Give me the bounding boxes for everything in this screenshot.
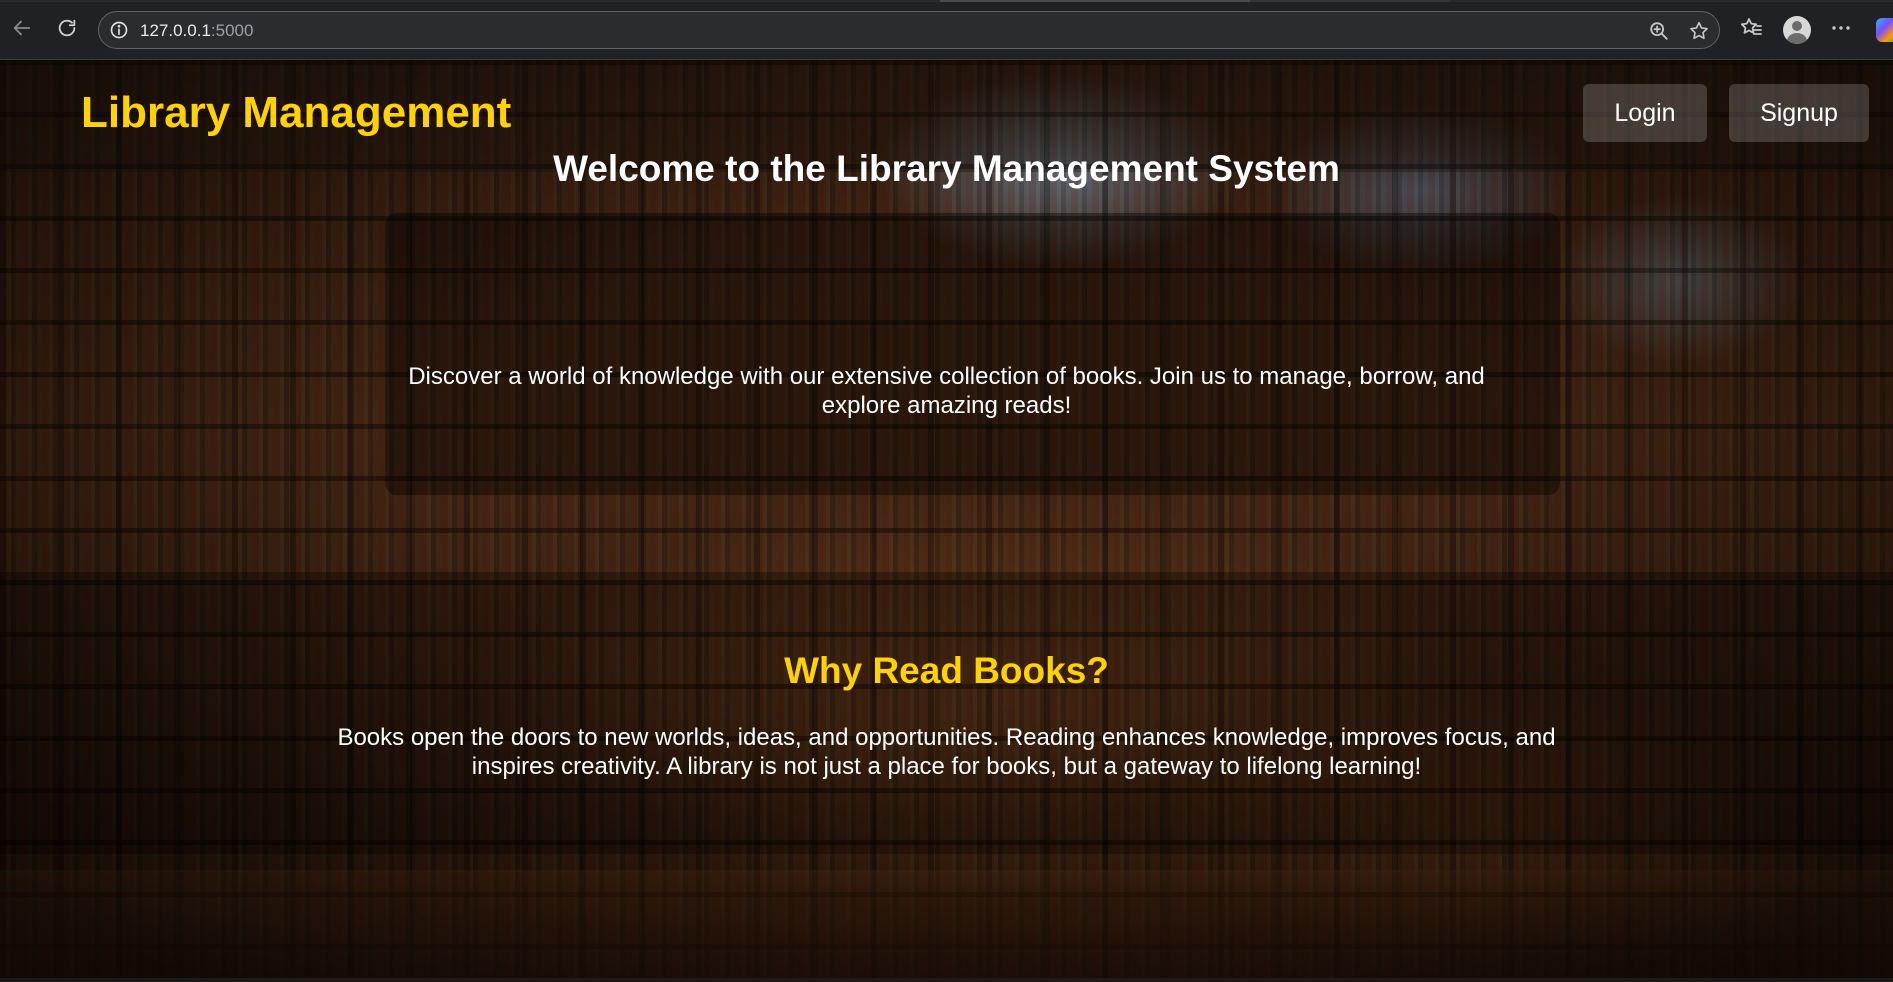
welcome-heading: Welcome to the Library Management System xyxy=(553,148,1340,189)
welcome-description: Discover a world of knowledge with our e… xyxy=(408,363,1485,419)
copilot-icon[interactable] xyxy=(1876,18,1893,42)
more-menu-icon xyxy=(1829,16,1853,45)
why-read-description: Books open the doors to new worlds, idea… xyxy=(337,724,1556,780)
url-host: 127.0.0.1 xyxy=(140,21,211,40)
favorites-button[interactable] xyxy=(1733,12,1769,48)
zoom-in-icon[interactable] xyxy=(1647,19,1671,43)
why-read-section xyxy=(0,572,1893,854)
more-menu-button[interactable] xyxy=(1823,12,1859,48)
page-viewport: Library Management Login Signup Welcome … xyxy=(0,60,1893,978)
tab-edge xyxy=(1250,0,1450,2)
profile-avatar-icon xyxy=(1783,16,1811,44)
profile-button[interactable] xyxy=(1779,12,1815,48)
star-icon[interactable] xyxy=(1687,19,1711,43)
reload-button[interactable] xyxy=(49,12,85,48)
tab-strip-edge xyxy=(0,0,1893,2)
signup-button[interactable]: Signup xyxy=(1729,84,1869,142)
favorites-icon xyxy=(1739,16,1763,45)
welcome-panel xyxy=(385,213,1560,495)
site-logo-title[interactable]: Library Management xyxy=(81,88,511,138)
address-bar[interactable]: 127.0.0.1:5000 xyxy=(98,11,1720,49)
url-text[interactable]: 127.0.0.1:5000 xyxy=(140,21,253,41)
url-port: :5000 xyxy=(210,21,254,40)
why-read-heading: Why Read Books? xyxy=(784,650,1109,691)
login-button[interactable]: Login xyxy=(1583,84,1707,142)
tab-edge xyxy=(940,0,1250,2)
back-button[interactable] xyxy=(4,12,40,48)
back-arrow-icon xyxy=(11,17,33,44)
browser-toolbar: 127.0.0.1:5000 xyxy=(0,0,1893,60)
info-icon[interactable] xyxy=(109,20,129,40)
reload-icon xyxy=(56,17,78,44)
